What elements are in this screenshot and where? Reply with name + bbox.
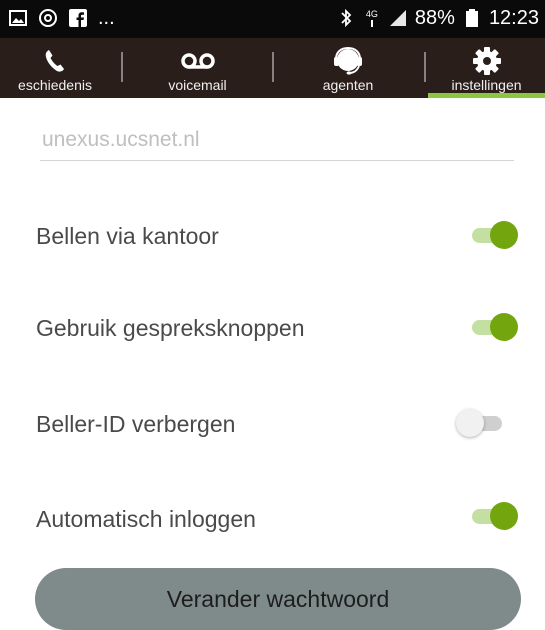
- clock: 12:23: [488, 7, 539, 29]
- tab-divider: [424, 52, 426, 82]
- server-address-field[interactable]: unexus.ucsnet.nl: [40, 120, 514, 161]
- tab-agents[interactable]: agenten: [288, 38, 408, 98]
- setting-label: Bellen via kantoor: [36, 223, 219, 249]
- signal-icon: [388, 8, 408, 28]
- setting-label: Automatisch inloggen: [36, 506, 256, 532]
- active-tab-indicator: [428, 93, 545, 98]
- battery-percent: 88%: [414, 7, 455, 29]
- change-password-button[interactable]: Verander wachtwoord: [35, 568, 521, 630]
- bluetooth-icon: [336, 8, 356, 28]
- tab-label: agenten: [322, 77, 374, 93]
- call-buttons-toggle[interactable]: [466, 309, 518, 345]
- toggle-thumb: [490, 502, 518, 530]
- toggle-thumb: [490, 221, 518, 249]
- toggle-thumb: [490, 313, 518, 341]
- setting-row-hide-caller-id: Beller-ID verbergen: [0, 403, 545, 443]
- tab-voicemail[interactable]: voicemail: [140, 38, 255, 98]
- network-label: 4G: [365, 8, 378, 19]
- setting-row-call-buttons: Gebruik gespreksknoppen: [0, 307, 545, 347]
- setting-row-auto-login: Automatisch inloggen: [0, 498, 545, 538]
- status-bar: ... 4G 88% 12:23: [0, 0, 545, 38]
- status-bar-system: 4G 88% 12:23: [336, 7, 539, 29]
- phone-icon: [44, 48, 66, 74]
- setting-row-call-via-office: Bellen via kantoor: [0, 215, 545, 255]
- tab-divider: [272, 52, 274, 82]
- tab-label: eschiedenis: [18, 77, 92, 93]
- server-address-value: unexus.ucsnet.nl: [42, 128, 200, 151]
- tab-label: instellingen: [451, 77, 522, 93]
- gear-icon: [472, 47, 501, 75]
- gallery-icon: [8, 8, 28, 28]
- tab-history[interactable]: eschiedenis: [0, 38, 110, 98]
- facebook-icon: [68, 8, 88, 28]
- notification-overflow: ...: [98, 7, 115, 29]
- setting-label: Gebruik gespreksknoppen: [36, 315, 305, 341]
- tab-settings[interactable]: instellingen: [428, 38, 545, 98]
- network-4g-icon: 4G: [363, 8, 381, 27]
- status-bar-notifications: ...: [8, 7, 115, 29]
- voicemail-icon: [180, 48, 215, 74]
- tab-bar: eschiedenis voicemail agenten instelling…: [0, 38, 545, 98]
- call-via-office-toggle[interactable]: [466, 217, 518, 253]
- setting-label: Beller-ID verbergen: [36, 411, 236, 437]
- whatsapp-icon: [38, 8, 58, 28]
- headset-agent-icon: [333, 46, 363, 75]
- tab-label: voicemail: [168, 77, 227, 93]
- battery-icon: [462, 8, 482, 28]
- tab-divider: [121, 52, 123, 82]
- auto-login-toggle[interactable]: [466, 498, 518, 534]
- toggle-thumb: [456, 409, 484, 437]
- hide-caller-id-toggle[interactable]: [456, 405, 508, 441]
